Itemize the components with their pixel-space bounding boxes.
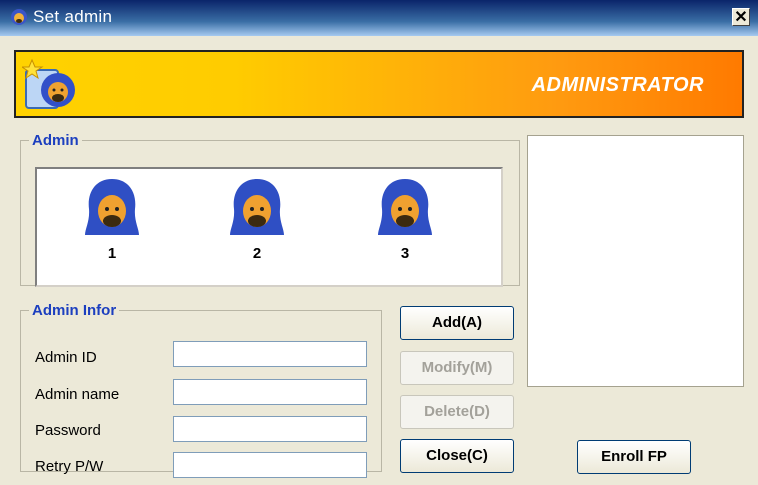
admin-info-group: Admin Infor Admin ID Admin name Password…: [20, 302, 382, 478]
hooded-user-icon: [85, 179, 139, 235]
password-field[interactable]: [173, 416, 367, 442]
admin-group-legend: Admin: [32, 132, 79, 149]
header-banner: ADMINISTRATOR: [14, 50, 744, 118]
admin-item-1[interactable]: 1: [77, 177, 147, 262]
fingerprint-preview-panel: [527, 135, 744, 387]
admin-item-3[interactable]: 3: [370, 177, 440, 262]
delete-button[interactable]: Delete(D): [400, 395, 514, 429]
modify-button[interactable]: Modify(M): [400, 351, 514, 385]
admin-group: Admin 1 2 3: [20, 132, 520, 287]
retry-password-field[interactable]: [173, 452, 367, 478]
admin-user-icon: [22, 58, 75, 109]
admin-name-label: Admin name: [35, 386, 120, 403]
admin-id-label: Admin ID: [35, 349, 97, 366]
admin-number: 1: [107, 245, 117, 262]
app-icon: [11, 9, 27, 25]
enroll-fp-button[interactable]: Enroll FP: [577, 440, 691, 474]
password-label: Password: [35, 422, 101, 439]
close-icon: ✕: [734, 9, 748, 26]
hooded-user-icon: [378, 179, 432, 235]
admin-item-2[interactable]: 2: [222, 177, 292, 262]
admin-name-field[interactable]: [173, 379, 367, 405]
retry-password-label: Retry P/W: [35, 458, 104, 475]
add-button[interactable]: Add(A): [400, 306, 514, 340]
admin-number: 2: [252, 245, 262, 262]
admin-list: 1 2 3: [35, 167, 503, 287]
admin-info-legend: Admin Infor: [32, 302, 117, 319]
admin-id-field[interactable]: [173, 341, 367, 367]
banner-title: ADMINISTRATOR: [531, 74, 704, 96]
close-window-button[interactable]: ✕: [732, 8, 750, 26]
hooded-user-icon: [230, 179, 284, 235]
close-button[interactable]: Close(C): [400, 439, 514, 473]
admin-number: 3: [400, 245, 410, 262]
title-bar: Set admin ✕: [0, 0, 758, 36]
window-title: Set admin: [33, 7, 113, 26]
